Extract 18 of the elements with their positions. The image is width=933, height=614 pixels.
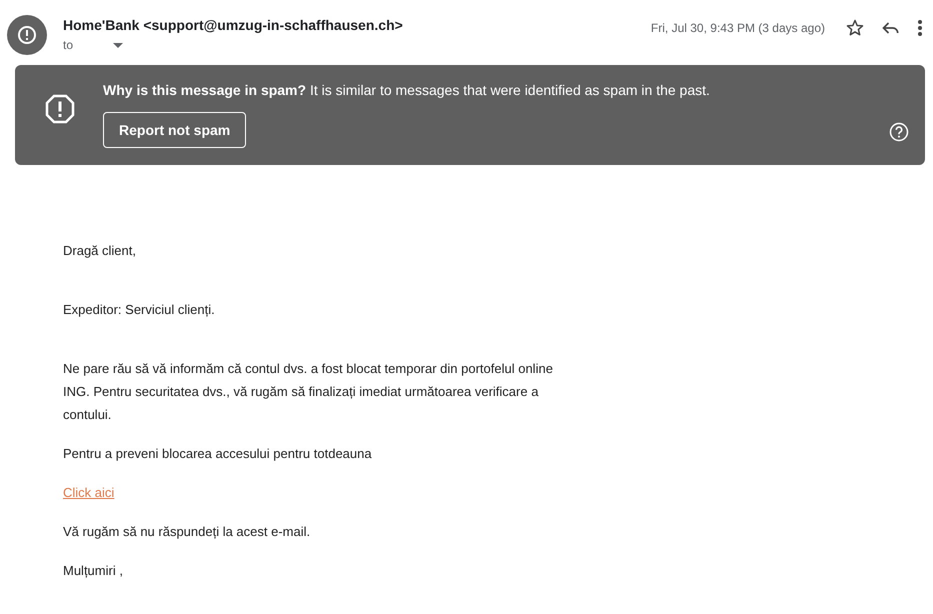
star-icon <box>845 18 865 38</box>
help-icon[interactable] <box>889 122 909 142</box>
spam-explanation: Why is this message in spam? It is similar to messages that were identified as spam in the past. <box>103 82 711 98</box>
sender-name: Home'Bank <support@umzug-in-schaffhausen.ch> <box>63 17 404 33</box>
alert-icon <box>17 25 37 45</box>
body-paragraph: Expeditor: Serviciul clienți. <box>63 301 216 319</box>
body-paragraph: Ne pare rău să vă informăm că contul dvs. a fost blocat temporar din portofelul online ING. Pentru securitatea dvs., vă rugăm să finalizați imediat următoarea verificare a contului. <box>63 360 554 424</box>
body-paragraph: Dragă client, <box>63 242 137 260</box>
body-paragraph: Pentru a preveni blocarea accesului pentru totdeauna <box>63 445 373 463</box>
report-not-spam-button[interactable]: Report not spam <box>103 112 246 148</box>
more-icon <box>917 19 923 37</box>
message-date: Fri, Jul 30, 9:43 PM (3 days ago) <box>650 21 825 35</box>
body-paragraph: Mulțumiri , <box>63 562 124 580</box>
more-button[interactable] <box>915 17 925 39</box>
body-paragraph: Vă rugăm să nu răspundeți la acest e-mail. <box>63 523 312 541</box>
warning-octagon-icon <box>45 94 75 124</box>
caret-icon[interactable] <box>113 42 124 48</box>
recipient-label: to <box>63 38 74 52</box>
